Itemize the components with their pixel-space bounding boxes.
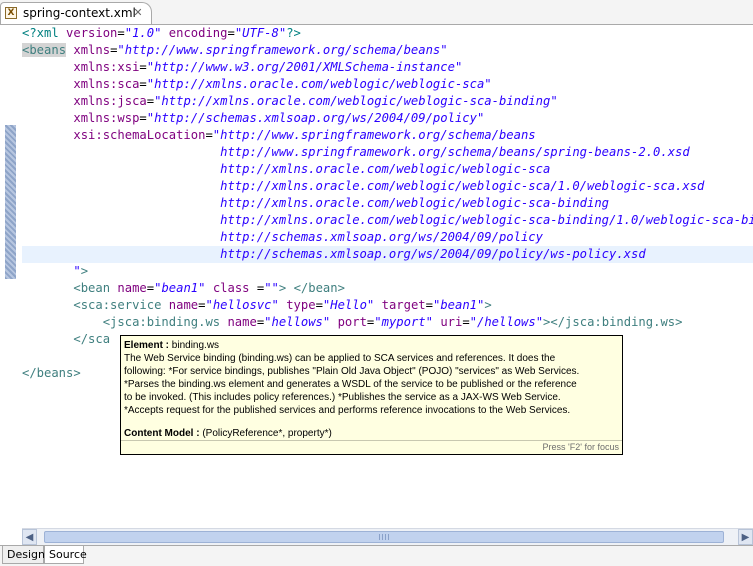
code-line-3: xmlns:xsi="http://www.w3.org/2001/XMLSch… [73, 60, 463, 74]
editor-tab-title: spring-context.xml [23, 6, 136, 20]
code-line-13: http://schemas.xmlsoap.org/ws/2004/09/po… [220, 230, 543, 244]
tab-source[interactable]: Source [44, 546, 87, 564]
hover-description-line-1: The Web Service binding (binding.ws) can… [124, 353, 556, 364]
hover-content-model-line: Content Model : (PolicyReference*, prope… [124, 427, 619, 440]
code-line-12: http://xmlns.oracle.com/weblogic/weblogi… [220, 213, 753, 227]
code-line-11: http://xmlns.oracle.com/weblogic/weblogi… [220, 196, 610, 210]
scroll-right-arrow-icon[interactable]: ▶ [738, 529, 753, 545]
xml-source-editor[interactable]: <?xml version="1.0" encoding="UTF-8"?> <… [0, 25, 753, 528]
editor-ruler [0, 25, 22, 528]
hover-description-line-5: *Accepts request for the published servi… [124, 405, 571, 416]
hover-element-label: Element : [124, 340, 170, 351]
hover-info-popup[interactable]: Element : binding.ws The Web Service bin… [120, 335, 623, 455]
editor-page-tabs: Design Source [0, 545, 753, 566]
selection-range-indicator [5, 125, 16, 279]
code-line-14-current: http://schemas.xmlsoap.org/ws/2004/09/po… [22, 246, 753, 263]
hover-element-name: binding.ws [169, 340, 220, 351]
code-line-5: xmlns:jsca="http://xmlns.oracle.com/webl… [73, 94, 558, 108]
code-line-15: "> [73, 264, 89, 278]
code-line-8: http://www.springframework.org/schema/be… [220, 145, 690, 159]
hover-info-body: Element : binding.ws The Web Service bin… [124, 339, 619, 440]
editor-tab-strip: X spring-context.xml ✕ [0, 0, 753, 25]
horizontal-scrollbar[interactable]: ◀ ▶ [22, 528, 753, 545]
code-line-7: xsi:schemaLocation="http://www.springfra… [73, 128, 536, 142]
code-line-17: <sca:service name="hellosvc" type="Hello… [73, 298, 492, 312]
code-line-10: http://xmlns.oracle.com/weblogic/weblogi… [220, 179, 705, 193]
hover-focus-hint: Press 'F2' for focus [542, 442, 619, 452]
xml-file-icon: X [5, 7, 17, 19]
code-line-9: http://xmlns.oracle.com/weblogic/weblogi… [220, 162, 551, 176]
code-line-18: <jsca:binding.ws name="hellows" port="my… [102, 315, 683, 329]
editor-tab-spring-context[interactable]: X spring-context.xml ✕ [0, 2, 152, 24]
tab-design[interactable]: Design [2, 546, 45, 564]
hover-content-model-value: (PolicyReference*, property*) [199, 428, 332, 439]
scroll-left-arrow-icon[interactable]: ◀ [22, 529, 37, 545]
close-icon[interactable]: ✕ [131, 6, 145, 20]
hover-element-line: Element : binding.ws [124, 339, 619, 352]
code-line-6: xmlns:wsp="http://schemas.xmlsoap.org/ws… [73, 111, 485, 125]
code-line-1: <?xml version="1.0" encoding="UTF-8"?> [22, 26, 301, 40]
hover-focus-hint-bar: Press 'F2' for focus [121, 440, 622, 454]
scrollbar-grip [379, 534, 389, 540]
code-line-2: <beans xmlns="http://www.springframework… [22, 43, 448, 57]
hover-description-line-3: *Parses the binding.ws element and gener… [124, 379, 577, 390]
hover-description-line-4: to be invoked. (This includes policy ref… [124, 392, 561, 403]
code-line-16: <bean name="bean1" class =""> </bean> [73, 281, 345, 295]
code-line-4: xmlns:sca="http://xmlns.oracle.com/weblo… [73, 77, 492, 91]
scrollbar-thumb[interactable] [44, 531, 724, 543]
hover-content-model-label: Content Model : [124, 428, 200, 439]
hover-description-line-2: following: *For service bindings, publis… [124, 366, 580, 377]
